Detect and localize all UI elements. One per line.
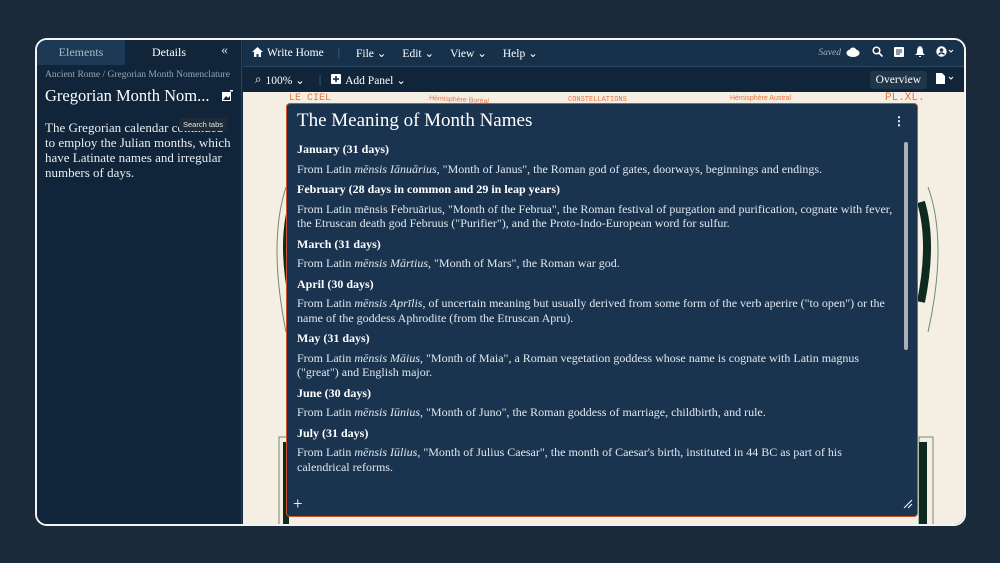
month-heading: May (31 days): [297, 331, 370, 345]
month-description: From Latin mēnsis Iānuārius, "Month of J…: [297, 161, 823, 176]
month-heading: June (30 days): [297, 385, 372, 400]
home-icon[interactable]: [252, 46, 263, 60]
add-panel-button[interactable]: Add Panel ⌄: [345, 73, 406, 87]
page-title: Gregorian Month Nom...: [45, 86, 210, 105]
add-icon[interactable]: +: [293, 494, 303, 514]
scrollbar[interactable]: [904, 142, 908, 350]
bell-icon[interactable]: [915, 46, 925, 60]
month-heading: July (31 days): [297, 425, 369, 440]
tab-elements[interactable]: Elements: [37, 40, 125, 65]
tooltip: Search tabs: [179, 118, 228, 131]
month-description: From Latin mēnsis Iūlius, "Month of Juli…: [297, 445, 842, 474]
tab-details[interactable]: Details: [125, 40, 213, 65]
collapse-sidebar-icon[interactable]: «: [221, 43, 228, 59]
app-window: Elements Details « Ancient Rome / Gregor…: [35, 38, 966, 526]
document-menu-icon[interactable]: [936, 73, 956, 87]
month-description: From Latin mēnsis Aprīlis, of uncertain …: [297, 296, 885, 325]
account-icon[interactable]: [936, 46, 954, 60]
zoom-icon: ⌕: [255, 73, 262, 86]
saved-status: Saved: [818, 48, 841, 58]
toolbar: ⌕ 100% ⌄ | Add Panel ⌄ Overview: [243, 68, 964, 92]
panel-content: January (31 days) From Latin mēnsis Iānuā…: [297, 142, 897, 480]
top-bar: Write Home | File ⌄ Edit ⌄ View ⌄ Help ⌄…: [243, 40, 964, 67]
write-home-link[interactable]: Write Home: [267, 47, 324, 59]
more-options-icon[interactable]: ⋮: [893, 114, 905, 129]
search-icon[interactable]: [872, 46, 884, 60]
canvas-label: Hémisphère Austral: [730, 95, 792, 102]
panel-title: The Meaning of Month Names: [297, 110, 533, 131]
menu-view[interactable]: View ⌄: [450, 46, 487, 60]
menu-edit[interactable]: Edit ⌄: [402, 46, 434, 60]
month-names-panel: The Meaning of Month Names ⋮ January (31…: [286, 103, 918, 517]
add-panel-icon: [331, 73, 342, 87]
month-heading: March (31 days): [297, 236, 381, 251]
month-description: From Latin mēnsis Māius, "Month of Maia"…: [297, 350, 860, 380]
month-description: From Latin mēnsis Iūnius, "Month of Juno…: [297, 405, 766, 419]
sidebar: Elements Details « Ancient Rome / Gregor…: [37, 40, 242, 524]
image-add-icon[interactable]: [222, 86, 233, 106]
month-heading: January (31 days): [297, 142, 390, 156]
zoom-select[interactable]: 100% ⌄: [265, 73, 304, 87]
menu-file[interactable]: File ⌄: [356, 46, 386, 60]
month-heading: April (30 days): [297, 276, 374, 291]
overview-button[interactable]: Overview: [869, 71, 927, 89]
month-description: From Latin mēnsis Februārius, "Month of …: [297, 201, 893, 231]
month-heading: February (28 days in common and 29 in le…: [297, 182, 561, 196]
resize-handle-icon[interactable]: [903, 496, 913, 514]
notes-icon[interactable]: [894, 46, 904, 60]
breadcrumb[interactable]: Ancient Rome / Gregorian Month Nomenclat…: [37, 65, 241, 80]
month-description: From Latin mēnsis Mārtius, "Month of Mar…: [297, 256, 620, 270]
cloud-saved-icon: [846, 47, 860, 60]
menu-help[interactable]: Help ⌄: [503, 46, 538, 60]
canvas[interactable]: LE CIEL Hémisphère Boréal CONSTELLATIONS…: [243, 92, 964, 524]
